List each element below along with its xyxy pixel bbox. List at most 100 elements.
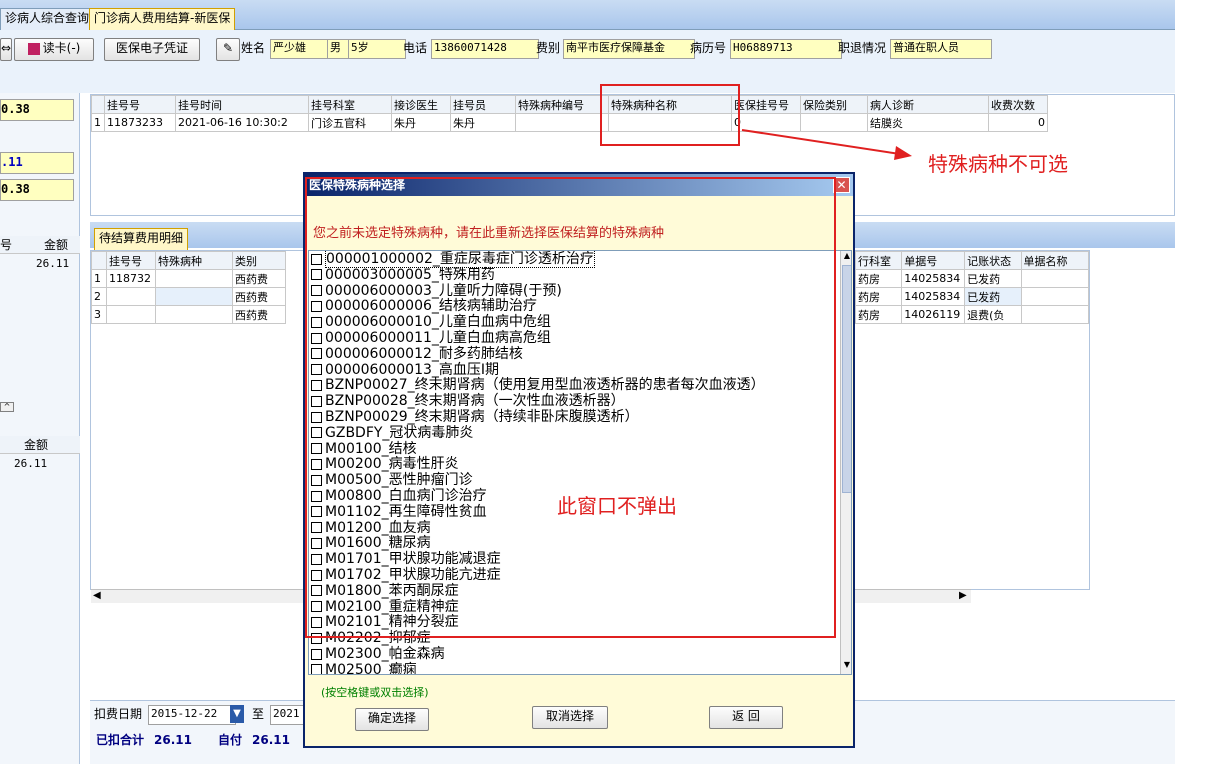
table-row[interactable]: 药房 14025834 已发药 [854, 269, 1090, 288]
cell-doc-name [1020, 305, 1090, 324]
self-pay-label: 自付 [218, 733, 243, 747]
left-row-amount: 26.11 [36, 257, 70, 270]
record-field[interactable]: H06889713 [730, 39, 842, 59]
cancel-select-button[interactable]: 取消选择 [532, 706, 608, 729]
phone-field[interactable]: 13860071428 [431, 39, 539, 59]
table-row[interactable]: 2 西药费 [91, 287, 286, 306]
scroll-down-icon[interactable]: ▼ [841, 660, 851, 672]
cell-special[interactable] [155, 287, 233, 306]
col-hao: 号 [0, 238, 13, 252]
col-clerk[interactable]: 挂号员 [450, 95, 516, 114]
fee-field[interactable]: 南平市医疗保障基金 [563, 39, 695, 59]
cell-special[interactable] [155, 305, 233, 324]
tab-outpatient-settlement[interactable]: 门诊病人费用结算-新医保 [89, 8, 236, 30]
tab-pending-detail[interactable]: 待结算费用明细 [94, 228, 189, 250]
cell-reg-time: 2021-06-16 10:30:2 [175, 113, 309, 132]
cell-exec-dept: 药房 [854, 305, 903, 324]
col-doc-name[interactable]: 单据名称 [1020, 251, 1090, 270]
job-field[interactable]: 普通在职人员 [890, 39, 992, 59]
patient-toolbar: ⇔ 读卡(-) 医保电子凭证 ✎ 姓名 严少雄 男 5岁 电话 13860071… [0, 30, 1175, 93]
col-doc-no[interactable]: 单据号 [901, 251, 966, 270]
cell-reg-no: 118732 [106, 269, 156, 288]
col-status[interactable]: 记账状态 [964, 251, 1022, 270]
scroll-left-icon[interactable]: ◀ [93, 590, 101, 601]
row-index: 3 [91, 305, 107, 324]
amount-box-1: 0.38 [0, 99, 74, 121]
back-button[interactable]: 返 回 [709, 706, 783, 729]
name-field[interactable]: 严少雄 [270, 39, 330, 59]
read-card-button[interactable]: 读卡(-) [14, 38, 94, 61]
detail-grid-header: 挂号号 特殊病种 类别 [91, 251, 286, 270]
col-amount: 金额 [44, 238, 69, 252]
cell-special-code[interactable] [515, 113, 609, 132]
table-row[interactable]: 3 西药费 [91, 305, 286, 324]
col-dept[interactable]: 挂号科室 [308, 95, 392, 114]
row-index: 1 [91, 269, 107, 288]
checkbox-icon[interactable] [311, 664, 322, 674]
job-label: 职退情况 [838, 41, 887, 55]
cell-status: 已发药 [964, 269, 1022, 288]
to-label: 至 [252, 707, 265, 721]
annotation-not-selectable: 特殊病种不可选 [928, 152, 1068, 176]
cell-category: 西药费 [232, 269, 286, 288]
scroll-thumb[interactable] [842, 265, 851, 493]
checkbox-icon[interactable] [311, 648, 322, 660]
name-label: 姓名 [241, 41, 266, 55]
cell-clerk: 朱丹 [450, 113, 516, 132]
toolbar-scroll-left[interactable]: ⇔ [0, 38, 12, 61]
col-amount-2: 金额 [24, 438, 49, 452]
pen-icon[interactable]: ✎ [216, 38, 240, 61]
left-summary-panel: 0.38 .11 0.38 号 金额 26.11 ^ 金额 26.11 [0, 93, 80, 764]
cell-category: 西药费 [232, 305, 286, 324]
cell-doctor: 朱丹 [391, 113, 451, 132]
list-item[interactable]: M02500_癫痫 [311, 661, 417, 675]
left-grid-header: 号 金额 [0, 236, 80, 254]
cell-exec-dept: 药房 [854, 269, 903, 288]
col-exec-dept[interactable]: 行科室 [854, 251, 903, 270]
deducted-value: 26.11 [154, 733, 192, 747]
col-doctor[interactable]: 接诊医生 [391, 95, 451, 114]
table-row[interactable]: 药房 14025834 已发药 [854, 287, 1090, 306]
table-row[interactable]: 1 118732 西药费 [91, 269, 286, 288]
annotation-highlight-box [600, 84, 740, 146]
list-item-label: M02500_癫痫 [325, 661, 417, 675]
annotation-dialog-box [305, 177, 836, 638]
col-diagnosis[interactable]: 病人诊断 [867, 95, 989, 114]
tab-bar: 诊病人综合查询 门诊病人费用结算-新医保 [0, 0, 1175, 30]
record-label: 病历号 [690, 41, 727, 55]
row-index: 2 [91, 287, 107, 306]
col-special[interactable]: 特殊病种 [155, 251, 233, 270]
list-vertical-scrollbar[interactable]: ▲ ▼ [840, 251, 851, 674]
cell-reg-no [106, 305, 156, 324]
age-field[interactable]: 5岁 [348, 39, 406, 59]
col-reg-time[interactable]: 挂号时间 [175, 95, 309, 114]
col-count[interactable]: 收费次数 [988, 95, 1048, 114]
list-item[interactable]: M02300_帕金森病 [311, 646, 445, 662]
card-icon [27, 42, 40, 55]
col-category[interactable]: 类别 [232, 251, 286, 270]
confirm-button[interactable]: 确定选择 [355, 708, 429, 731]
table-row[interactable]: 药房 14026119 退费(负 [854, 305, 1090, 324]
scroll-right-icon[interactable]: ▶ [959, 590, 967, 601]
phone-label: 电话 [403, 41, 428, 55]
e-voucher-button[interactable]: 医保电子凭证 [104, 38, 200, 61]
date-dropdown-icon[interactable]: ▼ [230, 705, 244, 723]
left-row-amount-2: 26.11 [14, 457, 48, 470]
deducted-label: 已扣合计 [96, 733, 145, 747]
collapse-up-icon[interactable]: ^ [0, 402, 14, 412]
tab-patient-query[interactable]: 诊病人综合查询 [0, 8, 95, 30]
cell-doc-name [1020, 287, 1090, 306]
cell-doc-no: 14026119 [901, 305, 966, 324]
col-ins-type[interactable]: 保险类别 [800, 95, 868, 114]
col-reg-no[interactable]: 挂号号 [104, 95, 176, 114]
cell-reg-no [106, 287, 156, 306]
cell-count: 0 [988, 113, 1048, 132]
cell-special[interactable] [155, 269, 233, 288]
col-ins-no[interactable]: 医保挂号号 [731, 95, 801, 114]
reg-grid-header: 挂号号 挂号时间 挂号科室 接诊医生 挂号员 特殊病种编号 特殊病种名称 医保挂… [91, 95, 1048, 114]
left-grid2-header: 金额 [0, 436, 80, 454]
date-start-field[interactable]: 2015-12-22 [148, 705, 236, 725]
col-reg-no[interactable]: 挂号号 [106, 251, 156, 270]
scroll-up-icon[interactable]: ▲ [841, 251, 851, 263]
col-special-code[interactable]: 特殊病种编号 [515, 95, 609, 114]
